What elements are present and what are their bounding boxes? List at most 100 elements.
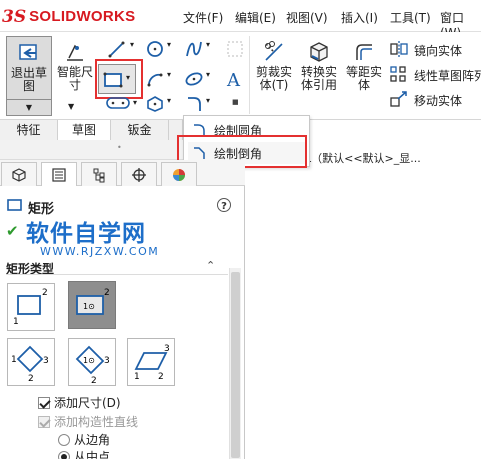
move-entities-icon[interactable] xyxy=(389,90,409,108)
menu-view[interactable]: 视图(V) xyxy=(286,9,328,26)
exit-sketch-dropdown-arrow[interactable]: ▼ xyxy=(7,99,51,115)
svg-text:2: 2 xyxy=(42,288,48,298)
manager-tabs xyxy=(0,160,245,186)
tab-sheet-metal[interactable]: 钣金 xyxy=(111,120,169,140)
tab-property-manager[interactable] xyxy=(41,162,77,186)
center-rectangle-button[interactable]: 1⊙ 2 xyxy=(68,281,116,329)
three-point-center-rectangle-button[interactable]: 1⊙ 3 2 xyxy=(68,338,116,386)
exit-sketch-button[interactable]: 退出草 图 ▼ xyxy=(6,36,52,116)
add-construction-lines-check[interactable] xyxy=(38,415,50,428)
svg-text:3: 3 xyxy=(43,356,49,366)
text-icon[interactable]: A xyxy=(224,67,246,91)
section-divider xyxy=(6,274,228,275)
help-icon[interactable]: ? xyxy=(216,197,232,213)
svg-text:3: 3 xyxy=(164,344,170,354)
svg-text:?: ? xyxy=(221,201,227,212)
smart-dimension-button[interactable]: 智能尺 寸 xyxy=(55,40,95,92)
rectangle-highlight xyxy=(95,59,143,99)
configuration-text: L（默认<<默认>_显... xyxy=(305,152,421,165)
watermark-url: WWW.RJZXW.COM xyxy=(40,245,160,258)
convert-entities-button[interactable]: 转换实 体引用 xyxy=(299,40,339,92)
circle-icon[interactable] xyxy=(145,39,165,59)
tab-configuration-manager[interactable] xyxy=(81,162,117,186)
sketch-fillet-dropdown-arrow[interactable]: ▾ xyxy=(206,96,210,105)
svg-text:2: 2 xyxy=(104,288,110,298)
arc-dropdown-arrow[interactable]: ▾ xyxy=(167,70,171,79)
sketch-fillet-icon[interactable] xyxy=(184,94,204,114)
trim-entities-label-1: 剪裁实 xyxy=(255,65,292,79)
menu-edit[interactable]: 编辑(E) xyxy=(235,9,276,26)
svg-text:1⊙: 1⊙ xyxy=(83,302,95,311)
exit-sketch-icon xyxy=(19,44,37,60)
linear-sketch-pattern-label[interactable]: 线性草图阵列 xyxy=(414,67,481,84)
ds-logo-icon: 3S xyxy=(2,6,27,27)
corner-rectangle-button[interactable]: 1 2 xyxy=(7,283,55,331)
smart-dimension-label-2: 寸 xyxy=(68,78,81,92)
parallelogram-icon: 1 3 2 xyxy=(134,344,170,382)
menu-file[interactable]: 文件(F) xyxy=(183,9,223,26)
tab-dimxpert-manager[interactable] xyxy=(121,162,157,186)
from-midpoints-radio[interactable]: 从中点 xyxy=(58,448,110,459)
menu-tools[interactable]: 工具(T) xyxy=(390,9,431,26)
center-rectangle-icon: 1⊙ 2 xyxy=(76,288,110,315)
from-midpoints-radio-button[interactable] xyxy=(58,450,70,459)
point-icon[interactable]: ■ xyxy=(232,98,239,106)
arc-icon[interactable] xyxy=(145,69,165,89)
polygon-dropdown-arrow[interactable]: ▾ xyxy=(167,96,171,105)
tab-sketch[interactable]: 草图 xyxy=(58,120,111,140)
menu-insert[interactable]: 插入(I) xyxy=(341,9,378,26)
circle-dropdown-arrow[interactable]: ▾ xyxy=(167,40,171,49)
line-dropdown-arrow[interactable]: ▾ xyxy=(130,40,134,49)
svg-text:2: 2 xyxy=(28,374,34,384)
smart-dimension-label-1: 智能尺 xyxy=(56,65,93,79)
watermark-text: 软件自学网 xyxy=(26,221,146,247)
offset-entities-label-2: 体 xyxy=(357,78,370,92)
offset-entities-icon xyxy=(356,44,372,60)
three-point-corner-rectangle-button[interactable]: 1 3 2 xyxy=(7,338,55,386)
three-point-corner-rectangle-icon: 1 3 2 xyxy=(11,345,49,384)
line-icon[interactable] xyxy=(107,39,127,59)
mirror-entities-icon[interactable] xyxy=(389,40,409,58)
smart-dimension-dropdown-arrow[interactable]: ▼ xyxy=(68,102,74,111)
linear-sketch-pattern-icon[interactable] xyxy=(389,65,409,83)
from-corners-radio[interactable]: 从边角 xyxy=(58,431,110,448)
slot-dropdown-arrow[interactable]: ▾ xyxy=(133,98,137,107)
tab-display-manager[interactable] xyxy=(161,162,197,186)
title-bar: 3S SOLIDWORKS 文件(F) 编辑(E) 视图(V) 插入(I) 工具… xyxy=(0,0,481,40)
ellipse-dropdown-arrow[interactable]: ▾ xyxy=(206,70,210,79)
smart-dimension-icon xyxy=(67,44,83,61)
svg-text:1: 1 xyxy=(134,372,140,382)
rectangle-feature-icon xyxy=(7,199,22,211)
command-manager-ribbon: 退出草 图 ▼ 智能尺 寸 ▼ ▾ ▾ ▾ ▾ ▾ ▾ A ▾ ▾ ▾ ■ 剪裁… xyxy=(0,32,481,120)
add-dimensions-check[interactable] xyxy=(38,396,50,409)
property-manager-scrollbar[interactable] xyxy=(229,268,241,459)
parallelogram-button[interactable]: 1 3 2 xyxy=(127,338,175,386)
tab-feature-manager[interactable] xyxy=(1,162,37,186)
svg-text:A: A xyxy=(226,70,241,91)
trim-entities-button[interactable]: 剪裁实 体(T) xyxy=(254,40,294,92)
spline-icon[interactable] xyxy=(184,39,204,59)
ellipse-icon[interactable] xyxy=(184,69,204,89)
ok-check-icon[interactable]: ✔ xyxy=(6,222,19,240)
add-dimensions-checkbox[interactable]: 添加尺寸(D) xyxy=(38,394,121,411)
from-midpoints-label: 从中点 xyxy=(74,450,111,459)
trim-entities-label-2: 体(T) xyxy=(259,78,289,92)
polygon-icon[interactable] xyxy=(145,94,165,114)
add-construction-lines-checkbox[interactable]: 添加构造性直线 xyxy=(38,413,138,430)
svg-text:2: 2 xyxy=(91,376,97,385)
logo-text: SOLIDWORKS xyxy=(29,8,136,25)
convert-entities-icon xyxy=(310,42,328,62)
tab-features[interactable]: 特征 xyxy=(0,120,58,140)
offset-entities-button[interactable]: 等距实 体 xyxy=(344,40,384,92)
solidworks-logo[interactable]: 3S SOLIDWORKS xyxy=(2,3,152,30)
exit-sketch-label-1: 退出草 xyxy=(10,66,47,80)
spline-dropdown-arrow[interactable]: ▾ xyxy=(206,40,210,49)
scrollbar-thumb[interactable] xyxy=(231,272,240,458)
from-corners-radio-button[interactable] xyxy=(58,433,70,446)
slot-icon[interactable] xyxy=(105,95,131,111)
add-dimensions-label: 添加尺寸(D) xyxy=(54,396,121,410)
svg-text:1⊙: 1⊙ xyxy=(83,356,95,365)
mirror-entities-label[interactable]: 镜向实体 xyxy=(414,42,462,59)
collapse-caret-icon[interactable]: ⌃ xyxy=(206,259,215,272)
move-entities-label[interactable]: 移动实体 xyxy=(414,92,462,109)
